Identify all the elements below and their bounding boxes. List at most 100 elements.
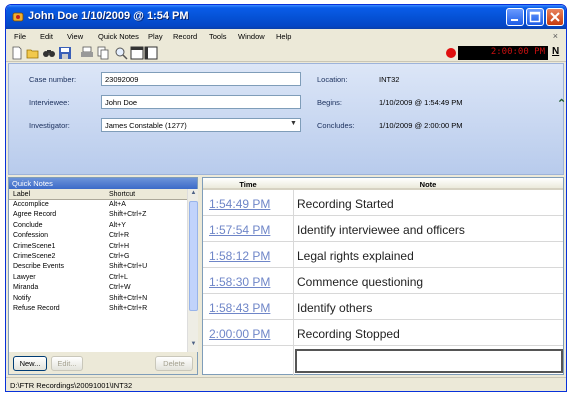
close-icon	[550, 12, 560, 22]
quick-note-item[interactable]: Notify Shift+Ctrl+N	[9, 294, 187, 304]
quick-notes-list: Accomplice Alt+A Agree Record Shift+Ctrl+Z C…	[9, 200, 187, 352]
quick-note-item[interactable]: Refuse Record Shift+Ctrl+R	[9, 304, 187, 314]
quick-note-shortcut: Ctrl+L	[109, 273, 128, 281]
quick-note-item[interactable]: Conclude Alt+Y	[9, 221, 187, 231]
menu-help[interactable]: Help	[276, 32, 291, 41]
quick-note-item[interactable]: Miranda Ctrl+W	[9, 283, 187, 293]
quick-note-item[interactable]: Describe Events Shift+Ctrl+U	[9, 262, 187, 272]
record-icon[interactable]	[446, 48, 456, 58]
quick-note-label: Describe Events	[13, 263, 64, 271]
quick-note-shortcut: Ctrl+H	[109, 242, 130, 250]
location-value: INT32	[379, 75, 400, 84]
app-window: John Doe 1/10/2009 @ 1:54 PM File Edit V…	[5, 4, 567, 392]
find-icon[interactable]	[42, 46, 56, 60]
investigator-value: James Constable (1277)	[105, 121, 187, 130]
menu-quick-notes[interactable]: Quick Notes	[98, 32, 139, 41]
note-row[interactable]: 1:58:43 PM Identify others	[203, 296, 563, 320]
quick-note-label: Accomplice	[13, 201, 49, 208]
note-time-link[interactable]: 1:57:54 PM	[209, 223, 270, 237]
note-text: Legal rights explained	[297, 249, 414, 263]
scroll-up-icon[interactable]: ▲	[189, 190, 198, 200]
status-bar: D:\FTR Recordings\20091001\INT32	[6, 377, 566, 391]
investigator-select[interactable]: James Constable (1277) ▼	[101, 118, 301, 132]
zoom-icon[interactable]	[114, 46, 128, 60]
title-bar[interactable]: John Doe 1/10/2009 @ 1:54 PM	[6, 5, 566, 29]
quick-note-item[interactable]: CrimeScene2 Ctrl+G	[9, 252, 187, 262]
new-note-button[interactable]: New...	[13, 356, 47, 371]
note-row[interactable]: 1:57:54 PM Identify interviewee and offic…	[203, 218, 563, 242]
menu-play[interactable]: Play	[148, 32, 163, 41]
minimize-icon	[511, 19, 518, 21]
note-time-link[interactable]: 1:54:49 PM	[209, 197, 270, 211]
note-row[interactable]: 1:58:12 PM Legal rights explained	[203, 244, 563, 268]
quick-note-shortcut: Alt+Y	[109, 221, 126, 229]
menu-view[interactable]: View	[67, 32, 83, 41]
case-number-field[interactable]: 23092009	[101, 72, 301, 86]
quick-note-item[interactable]: CrimeScene1 Ctrl+H	[9, 242, 187, 252]
new-note-input[interactable]	[295, 349, 563, 373]
quick-notes-panel: Quick Notes Label Shortcut Accomplice Alt…	[8, 177, 198, 375]
note-row[interactable]: 1:54:49 PM Recording Started	[203, 192, 563, 216]
quick-notes-scrollbar[interactable]: ▲ ▼	[187, 189, 198, 352]
minimize-button[interactable]	[506, 8, 524, 26]
quick-notes-buttons: New... Edit... Delete	[9, 352, 197, 374]
note-row[interactable]: 2:00:00 PM Recording Stopped	[203, 322, 563, 346]
edit-note-button[interactable]: Edit...	[51, 356, 83, 371]
menu-tools[interactable]: Tools	[209, 32, 227, 41]
scroll-thumb[interactable]	[189, 201, 198, 311]
new-icon[interactable]	[10, 46, 24, 60]
chevron-down-icon[interactable]: ▼	[288, 120, 299, 130]
save-icon[interactable]	[58, 46, 72, 60]
menu-record[interactable]: Record	[173, 32, 197, 41]
column-note[interactable]: Note	[293, 180, 563, 189]
location-label: Location:	[317, 75, 348, 84]
quick-note-shortcut: Shift+Ctrl+N	[109, 294, 148, 302]
note-row[interactable]: 1:58:30 PM Commence questioning	[203, 270, 563, 294]
column-label[interactable]: Label	[13, 191, 30, 198]
maximize-button[interactable]	[526, 8, 544, 26]
quick-note-item[interactable]: Confession Ctrl+R	[9, 231, 187, 241]
scroll-down-icon[interactable]: ▼	[189, 341, 198, 351]
collapse-icon[interactable]: ⌃	[557, 97, 566, 110]
quick-note-shortcut: Alt+A	[109, 201, 126, 208]
delete-note-button[interactable]: Delete	[155, 356, 193, 371]
copy-icon[interactable]	[96, 46, 110, 60]
notes-grid-header: Time Note	[203, 178, 563, 190]
note-text: Commence questioning	[297, 275, 424, 289]
quick-notes-header: Label Shortcut	[9, 189, 187, 200]
quick-notes-title: Quick Notes	[9, 178, 197, 189]
menu-bar: File Edit View Quick Notes Play Record T…	[6, 29, 566, 44]
menu-file[interactable]: File	[14, 32, 26, 41]
quick-note-shortcut: Shift+Ctrl+U	[109, 263, 148, 271]
column-time[interactable]: Time	[203, 180, 293, 189]
quick-note-shortcut: Ctrl+R	[109, 232, 130, 240]
next-button[interactable]: N	[552, 46, 559, 57]
note-time-link[interactable]: 1:58:30 PM	[209, 275, 270, 289]
note-time-link[interactable]: 1:58:12 PM	[209, 249, 270, 263]
quick-note-item[interactable]: Lawyer Ctrl+L	[9, 273, 187, 283]
note-text: Recording Started	[297, 197, 394, 211]
window-title: John Doe 1/10/2009 @ 1:54 PM	[28, 10, 189, 22]
quick-note-item[interactable]: Agree Record Shift+Ctrl+Z	[9, 210, 187, 220]
layout-icon[interactable]	[130, 46, 158, 60]
app-icon	[12, 12, 24, 22]
concludes-label: Concludes:	[317, 121, 355, 130]
close-button[interactable]	[546, 8, 564, 26]
quick-note-label: Confession	[13, 232, 49, 240]
open-icon[interactable]	[26, 46, 40, 60]
quick-note-shortcut: Ctrl+G	[109, 252, 130, 260]
quick-note-label: Miranda	[13, 284, 39, 292]
note-time-link[interactable]: 1:58:43 PM	[209, 301, 270, 315]
note-time-link[interactable]: 2:00:00 PM	[209, 327, 270, 341]
print-icon[interactable]	[80, 46, 94, 60]
menu-edit[interactable]: Edit	[40, 32, 53, 41]
toolbar: 2:00:00 PM N	[6, 44, 566, 62]
quick-note-label: CrimeScene1	[13, 242, 56, 250]
menu-window[interactable]: Window	[238, 32, 265, 41]
quick-note-item[interactable]: Accomplice Alt+A	[9, 200, 187, 210]
interviewee-field[interactable]: John Doe	[101, 95, 301, 109]
note-text: Identify interviewee and officers	[297, 223, 465, 237]
column-shortcut[interactable]: Shortcut	[109, 191, 135, 198]
mdi-close-button[interactable]: ×	[553, 31, 558, 41]
quick-note-label: Notify	[13, 294, 31, 302]
